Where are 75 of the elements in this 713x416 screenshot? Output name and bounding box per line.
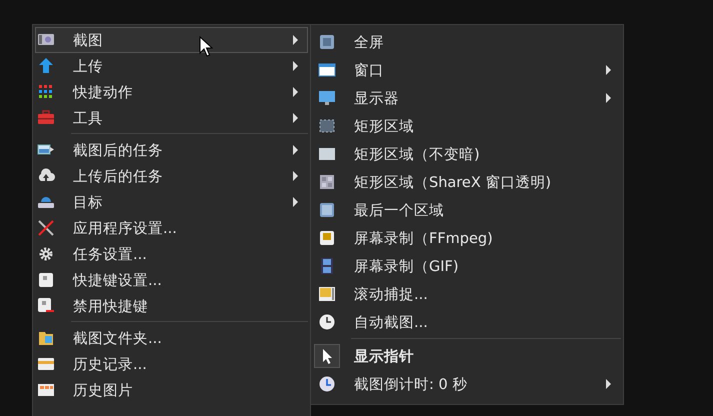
menu-item[interactable]: 全屏 bbox=[313, 28, 621, 56]
menu-item-label: 截图 bbox=[73, 32, 103, 50]
menu-item[interactable]: 上传 bbox=[35, 53, 308, 79]
menu-item[interactable]: 显示指针 bbox=[313, 342, 621, 370]
menu-item[interactable]: 禁用快捷键 bbox=[35, 293, 308, 319]
dots-grid-icon bbox=[37, 83, 55, 101]
menu-item[interactable]: 矩形区域（不变暗) bbox=[313, 140, 621, 168]
menu-item-label: 历史图片 bbox=[73, 382, 133, 400]
menu-item-label: 窗口 bbox=[354, 62, 384, 80]
menu-item-label: 自动截图... bbox=[354, 314, 428, 332]
menu-item[interactable]: 截图文件夹... bbox=[35, 325, 308, 351]
menu-item-label: 滚动捕捉... bbox=[354, 286, 428, 304]
menu-item-label: 目标 bbox=[73, 194, 103, 212]
menu-item-label: 屏幕录制（GIF) bbox=[354, 258, 459, 276]
menu-item[interactable]: 矩形区域 bbox=[313, 112, 621, 140]
menu-item-label: 全屏 bbox=[354, 34, 384, 52]
window-icon bbox=[318, 61, 336, 79]
menu-item-label: 快捷键设置... bbox=[73, 272, 162, 290]
menu-item[interactable]: 工具 bbox=[35, 105, 308, 131]
menu-item[interactable]: 屏幕录制（FFmpeg) bbox=[313, 224, 621, 252]
checkered-rectangle-icon bbox=[318, 173, 336, 191]
menu-item[interactable]: 目标 bbox=[35, 189, 308, 215]
menu-item[interactable]: 自动截图... bbox=[313, 308, 621, 336]
key-disabled-icon bbox=[37, 297, 55, 315]
monitor-icon bbox=[318, 89, 336, 107]
fullscreen-icon bbox=[318, 33, 336, 51]
menu-item[interactable]: 任务设置... bbox=[35, 241, 308, 267]
menu-item[interactable]: 上传后的任务 bbox=[35, 163, 308, 189]
menu-item[interactable]: 窗口 bbox=[313, 56, 621, 84]
menu-item-label: 显示指针 bbox=[354, 348, 414, 366]
clock-icon bbox=[318, 375, 336, 393]
menu-item[interactable]: 快捷键设置... bbox=[35, 267, 308, 293]
menu-item[interactable]: 矩形区域（ShareX 窗口透明) bbox=[313, 168, 621, 196]
menu-item[interactable]: 应用程序设置... bbox=[35, 215, 308, 241]
menu-item-label: 矩形区域 bbox=[354, 118, 414, 136]
menu-item-label: 应用程序设置... bbox=[73, 220, 177, 238]
menu-item[interactable]: 截图后的任务 bbox=[35, 137, 308, 163]
menu-item-label: 矩形区域（不变暗) bbox=[354, 146, 480, 164]
square-icon bbox=[318, 201, 336, 219]
mouse-pointer-icon bbox=[199, 36, 213, 58]
menu-item-label: 快捷动作 bbox=[73, 84, 133, 102]
up-arrow-icon bbox=[37, 57, 55, 75]
menu-item-label: 历史记录... bbox=[73, 356, 147, 374]
history-icon bbox=[37, 355, 55, 373]
settings-icon bbox=[37, 245, 55, 263]
menu-item[interactable]: 截图倒计时: 0 秒 bbox=[313, 370, 621, 398]
menu-item[interactable]: 截图 bbox=[35, 27, 308, 53]
menu-item[interactable]: 历史记录... bbox=[35, 351, 308, 377]
menu-item-label: 上传 bbox=[73, 58, 103, 76]
toolbox-icon bbox=[37, 109, 55, 127]
rectangle-region-icon bbox=[318, 117, 336, 135]
menu-item-label: 上传后的任务 bbox=[73, 168, 163, 186]
menu-item[interactable]: 历史图片 bbox=[35, 377, 308, 403]
menu-item-label: 截图后的任务 bbox=[73, 142, 163, 160]
rectangle-icon bbox=[318, 145, 336, 163]
menu-item[interactable]: 滚动捕捉... bbox=[313, 280, 621, 308]
menu-item-label: 截图倒计时: 0 秒 bbox=[354, 376, 468, 394]
menu-item-label: 截图文件夹... bbox=[73, 330, 162, 348]
menu-item[interactable]: 显示器 bbox=[313, 84, 621, 112]
film-strip-icon bbox=[318, 257, 336, 275]
menu-item-label: 矩形区域（ShareX 窗口透明) bbox=[354, 174, 552, 192]
menu-item[interactable]: 屏幕录制（GIF) bbox=[313, 252, 621, 280]
keyboard-key-icon bbox=[37, 271, 55, 289]
menu-item-label: 任务设置... bbox=[73, 246, 147, 264]
menu-item[interactable]: 最后一个区域 bbox=[313, 196, 621, 224]
clock-icon bbox=[318, 313, 336, 331]
image-grid-icon bbox=[37, 381, 55, 399]
menu-item-label: 工具 bbox=[73, 110, 103, 128]
menu-item-label: 禁用快捷键 bbox=[73, 298, 148, 316]
folder-icon bbox=[37, 329, 55, 347]
menu-item-label: 显示器 bbox=[354, 90, 399, 108]
menu-item[interactable]: 快捷动作 bbox=[35, 79, 308, 105]
menu-item-label: 最后一个区域 bbox=[354, 202, 444, 220]
menu-item-label: 屏幕录制（FFmpeg) bbox=[354, 230, 493, 248]
scrolling-image-icon bbox=[318, 285, 336, 303]
